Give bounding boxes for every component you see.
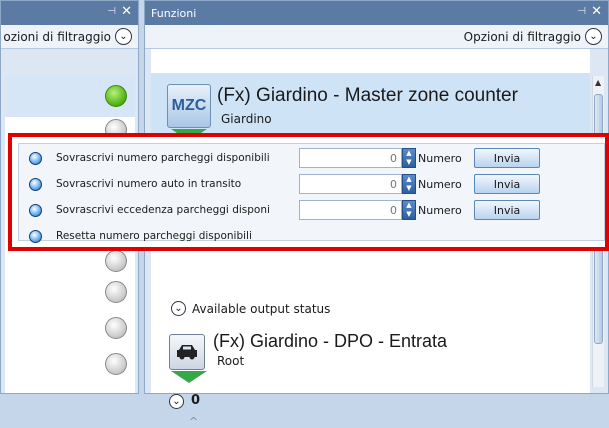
send-button[interactable]: Invia bbox=[474, 174, 540, 194]
filter-options-label[interactable]: ozioni di filtraggio bbox=[3, 30, 111, 44]
close-icon[interactable]: ✕ bbox=[121, 4, 132, 19]
chevron-down-icon[interactable]: ⌄ bbox=[169, 394, 184, 409]
caret-up-icon[interactable]: ^ bbox=[189, 415, 198, 428]
commands-popup: Sovrascrivi numero parcheggi disponibili… bbox=[8, 133, 609, 251]
status-led-grey bbox=[105, 317, 127, 339]
command-label[interactable]: Resetta numero parcheggi disponibili bbox=[56, 230, 252, 242]
status-led-blue bbox=[29, 151, 42, 165]
close-icon[interactable]: ✕ bbox=[591, 4, 602, 19]
left-filter-bar[interactable]: ozioni di filtraggio ⌄ bbox=[1, 25, 138, 49]
car-icon bbox=[169, 334, 205, 370]
unit-label: Numero bbox=[418, 203, 462, 217]
mzc-icon: MZC bbox=[167, 84, 211, 128]
filter-options-label[interactable]: Opzioni di filtraggio bbox=[464, 30, 581, 44]
panel-title: Funzioni bbox=[151, 6, 197, 20]
send-button[interactable]: Invia bbox=[474, 200, 540, 220]
status-led-grey bbox=[105, 353, 127, 375]
status-led-blue bbox=[29, 203, 42, 217]
available-output-status[interactable]: ⌄ Available output status bbox=[171, 301, 330, 316]
number-input[interactable]: 0 bbox=[299, 174, 402, 194]
command-label: Sovrascrivi eccedenza parcheggi disponi bbox=[56, 204, 270, 216]
number-input[interactable]: 0 bbox=[299, 200, 402, 220]
unit-label: Numero bbox=[418, 151, 462, 165]
spinner-icon[interactable]: ▲ ▼ bbox=[402, 200, 416, 220]
command-label: Sovrascrivi numero auto in transito bbox=[56, 178, 242, 190]
status-led-grey bbox=[105, 250, 127, 272]
command-row[interactable]: Resetta numero parcheggi disponibili bbox=[19, 224, 252, 248]
command-row: Sovrascrivi numero parcheggi disponibili… bbox=[19, 146, 540, 170]
unit-label: Numero bbox=[418, 177, 462, 191]
number-input[interactable]: 0 bbox=[299, 148, 402, 168]
spinner-icon[interactable]: ▲ ▼ bbox=[402, 148, 416, 168]
status-led-blue bbox=[29, 177, 42, 191]
pin-icon[interactable]: ⊣ bbox=[577, 6, 586, 17]
chevron-down-icon[interactable]: ⌄ bbox=[171, 301, 186, 316]
status-led-grey bbox=[105, 281, 127, 303]
command-row: Sovrascrivi eccedenza parcheggi disponi … bbox=[19, 198, 540, 222]
counter-value: 0 bbox=[191, 393, 201, 408]
scroll-up-icon[interactable]: ▲ bbox=[595, 78, 601, 87]
chevron-down-icon[interactable]: ⌄ bbox=[115, 28, 132, 45]
function-subtitle: Giardino bbox=[221, 112, 272, 126]
left-panel-titlebar: ⊣ ✕ bbox=[1, 1, 138, 25]
command-label: Sovrascrivi numero parcheggi disponibili bbox=[56, 152, 270, 164]
function-subtitle: Root bbox=[217, 354, 245, 368]
functions-filter-bar[interactable]: Opzioni di filtraggio ⌄ bbox=[145, 25, 608, 49]
function-title: (Fx) Giardino - DPO - Entrata bbox=[213, 331, 448, 351]
chevron-down-icon[interactable]: ⌄ bbox=[585, 28, 602, 45]
function-title: (Fx) Giardino - Master zone counter bbox=[217, 85, 518, 106]
pin-icon[interactable]: ⊣ bbox=[107, 6, 116, 17]
status-led-green bbox=[105, 85, 127, 107]
status-led-blue[interactable] bbox=[29, 229, 42, 243]
functions-titlebar: Funzioni ⊣ ✕ bbox=[145, 1, 608, 25]
spinner-icon[interactable]: ▲ ▼ bbox=[402, 174, 416, 194]
commands-list: Sovrascrivi numero parcheggi disponibili… bbox=[18, 143, 605, 243]
send-button[interactable]: Invia bbox=[474, 148, 540, 168]
green-triangle-icon bbox=[171, 371, 207, 383]
command-row: Sovrascrivi numero auto in transito 0 ▲ ▼… bbox=[19, 172, 540, 196]
available-output-status-label: Available output status bbox=[192, 301, 331, 316]
